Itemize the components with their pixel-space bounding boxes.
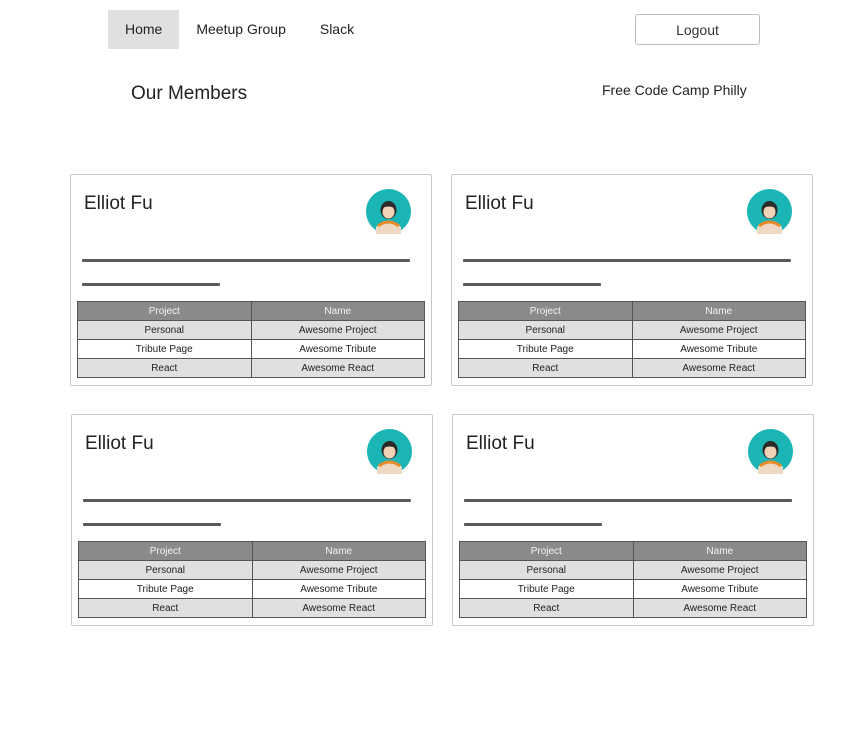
- column-header-project: Project: [78, 541, 253, 561]
- placeholder-line: [83, 523, 221, 526]
- table-row: Tribute Page Awesome Tribute: [458, 339, 806, 359]
- project-cell: Tribute Page: [78, 579, 253, 599]
- table-row: Tribute Page Awesome Tribute: [78, 579, 426, 599]
- column-header-name: Name: [631, 301, 806, 321]
- user-avatar-icon: [748, 429, 793, 474]
- name-cell: Awesome Project: [631, 320, 806, 340]
- name-cell: Awesome Tribute: [631, 339, 806, 359]
- page-title: Our Members: [131, 83, 248, 104]
- name-cell: Awesome React: [632, 598, 807, 618]
- table-row: Personal Awesome Project: [458, 320, 806, 340]
- table-row: Tribute Page Awesome Tribute: [77, 339, 425, 359]
- top-nav: Home Meetup Group Slack: [108, 10, 371, 49]
- name-cell: Awesome React: [631, 358, 806, 378]
- name-cell: Awesome Project: [251, 560, 426, 580]
- logout-button[interactable]: Logout: [635, 14, 760, 45]
- column-header-name: Name: [632, 541, 807, 561]
- placeholder-line: [464, 523, 602, 526]
- placeholder-line: [83, 499, 411, 502]
- table-header-row: Project Name: [459, 541, 807, 561]
- placeholder-line: [82, 283, 220, 286]
- user-avatar-icon: [367, 429, 412, 474]
- placeholder-line: [463, 283, 601, 286]
- member-card: Elliot Fu Project Name Personal Awesome Proj…: [452, 414, 814, 626]
- table-row: React Awesome React: [459, 598, 807, 618]
- member-card: Elliot Fu Project Name Personal Awesome Proj…: [71, 414, 433, 626]
- project-cell: Personal: [78, 560, 253, 580]
- table-row: React Awesome React: [77, 358, 425, 378]
- name-cell: Awesome Project: [250, 320, 425, 340]
- name-cell: Awesome Project: [632, 560, 807, 580]
- nav-item-home[interactable]: Home: [108, 10, 180, 49]
- nav-item-meetup-group[interactable]: Meetup Group: [179, 10, 303, 49]
- name-cell: Awesome Tribute: [250, 339, 425, 359]
- projects-table: Project Name Personal Awesome Project Tribut…: [458, 301, 806, 378]
- column-header-project: Project: [458, 301, 633, 321]
- project-cell: Tribute Page: [77, 339, 252, 359]
- name-cell: Awesome Tribute: [632, 579, 807, 599]
- placeholder-line: [464, 499, 792, 502]
- column-header-name: Name: [250, 301, 425, 321]
- column-header-project: Project: [459, 541, 634, 561]
- table-row: Personal Awesome Project: [77, 320, 425, 340]
- org-name: Free Code Camp Philly: [602, 82, 747, 98]
- member-card: Elliot Fu Project Name Personal Awesome Proj…: [70, 174, 432, 386]
- column-header-name: Name: [251, 541, 426, 561]
- name-cell: Awesome Tribute: [251, 579, 426, 599]
- project-cell: React: [459, 598, 634, 618]
- projects-table: Project Name Personal Awesome Project Tribut…: [77, 301, 425, 378]
- table-row: Personal Awesome Project: [459, 560, 807, 580]
- project-cell: Personal: [459, 560, 634, 580]
- table-row: Tribute Page Awesome Tribute: [459, 579, 807, 599]
- project-cell: React: [77, 358, 252, 378]
- nav-item-slack[interactable]: Slack: [303, 10, 371, 49]
- project-cell: React: [78, 598, 253, 618]
- table-row: Personal Awesome Project: [78, 560, 426, 580]
- table-header-row: Project Name: [77, 301, 425, 321]
- member-name: Elliot Fu: [84, 193, 153, 214]
- table-row: React Awesome React: [458, 358, 806, 378]
- project-cell: React: [458, 358, 633, 378]
- member-card: Elliot Fu Project Name Personal Awesome Proj…: [451, 174, 813, 386]
- name-cell: Awesome React: [251, 598, 426, 618]
- member-name: Elliot Fu: [85, 433, 154, 454]
- column-header-project: Project: [77, 301, 252, 321]
- projects-table: Project Name Personal Awesome Project Tribut…: [459, 541, 807, 618]
- projects-table: Project Name Personal Awesome Project Tribut…: [78, 541, 426, 618]
- project-cell: Tribute Page: [458, 339, 633, 359]
- project-cell: Personal: [77, 320, 252, 340]
- member-name: Elliot Fu: [466, 433, 535, 454]
- name-cell: Awesome React: [250, 358, 425, 378]
- member-name: Elliot Fu: [465, 193, 534, 214]
- user-avatar-icon: [366, 189, 411, 234]
- placeholder-line: [82, 259, 410, 262]
- table-row: React Awesome React: [78, 598, 426, 618]
- table-header-row: Project Name: [78, 541, 426, 561]
- project-cell: Tribute Page: [459, 579, 634, 599]
- table-header-row: Project Name: [458, 301, 806, 321]
- user-avatar-icon: [747, 189, 792, 234]
- placeholder-line: [463, 259, 791, 262]
- project-cell: Personal: [458, 320, 633, 340]
